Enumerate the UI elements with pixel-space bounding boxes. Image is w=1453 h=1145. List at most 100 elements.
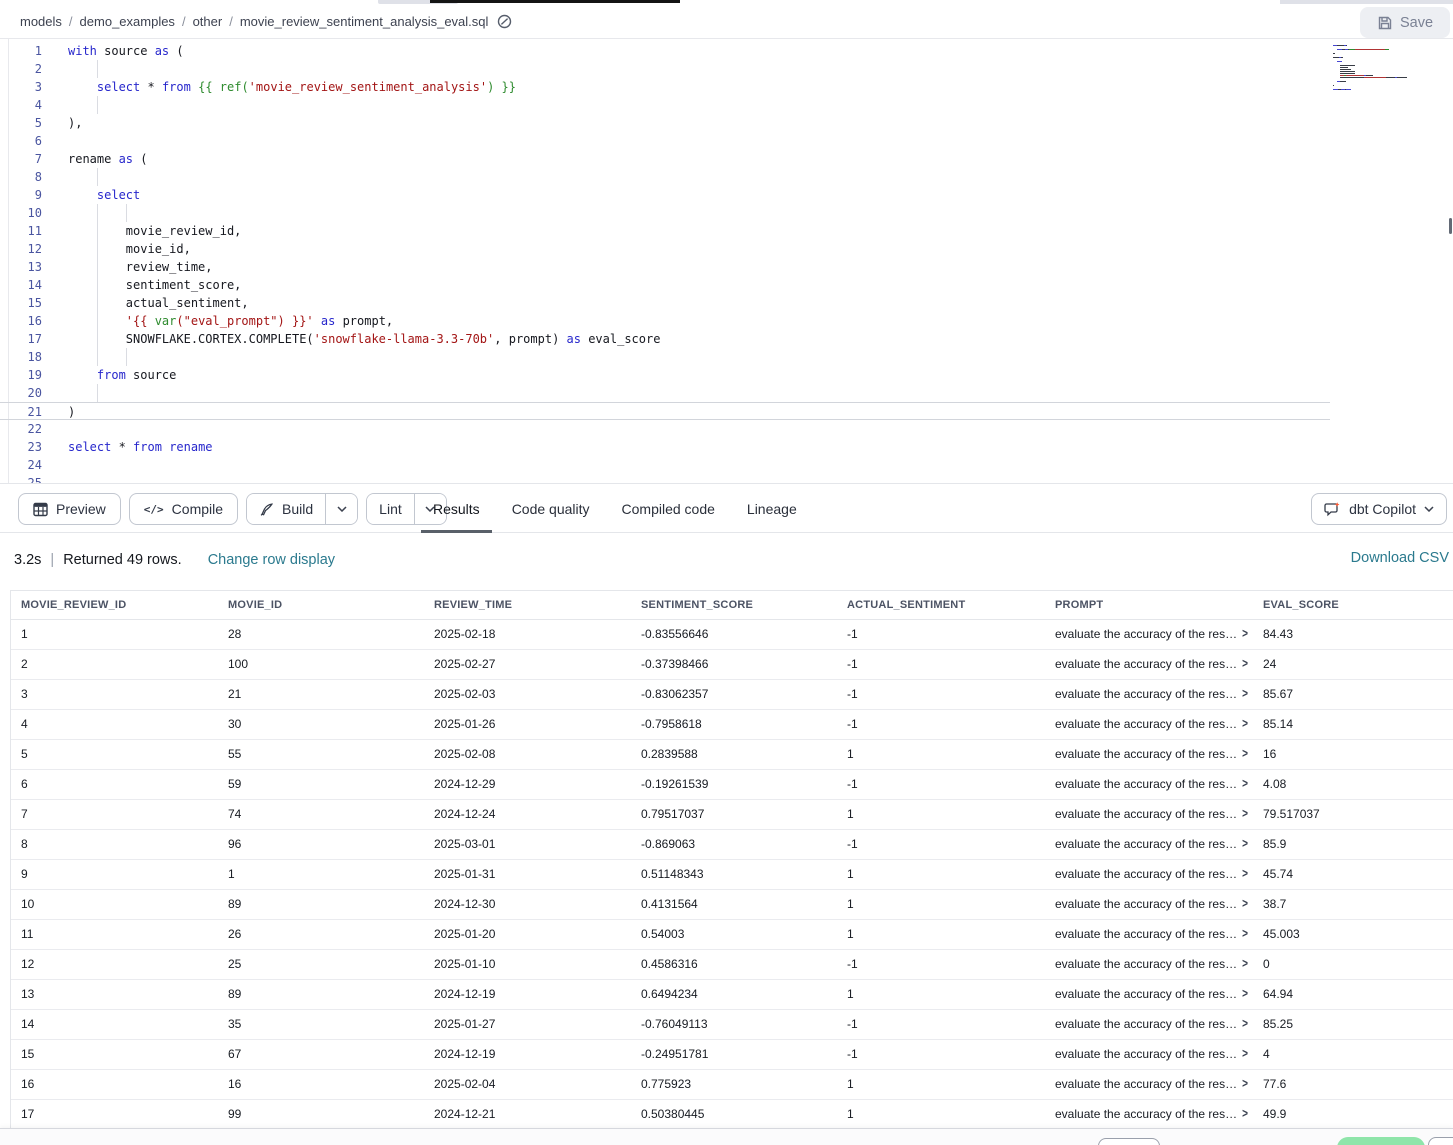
compile-button[interactable]: </> Compile (129, 493, 238, 525)
dbt-copilot-button[interactable]: dbt Copilot (1311, 493, 1447, 525)
line-number[interactable]: 2 (0, 60, 42, 78)
expand-cell-icon[interactable]: > (1242, 657, 1248, 671)
column-header-eval_score[interactable]: EVAL_SCORE (1253, 591, 1453, 619)
expand-cell-icon[interactable]: > (1242, 1047, 1248, 1061)
expand-cell-icon[interactable]: > (1242, 927, 1248, 941)
build-dropdown-chevron[interactable] (325, 494, 357, 524)
line-number[interactable]: 11 (0, 222, 42, 240)
breadcrumb-item[interactable]: other (193, 14, 223, 29)
expand-cell-icon[interactable]: > (1242, 807, 1248, 821)
tab-results[interactable]: Results (421, 484, 492, 533)
change-row-display-link[interactable]: Change row display (208, 552, 335, 568)
bottom-bar-button[interactable] (1428, 1137, 1453, 1145)
line-number[interactable]: 7 (0, 150, 42, 168)
expand-cell-icon[interactable]: > (1242, 837, 1248, 851)
line-number[interactable]: 21 (0, 403, 42, 421)
lint-button[interactable]: Lint (367, 494, 414, 524)
column-header-movie_review_id[interactable]: MOVIE_REVIEW_ID (11, 591, 218, 619)
code-line[interactable]: 2 (0, 60, 1453, 78)
download-csv-link[interactable]: Download CSV (1351, 550, 1449, 566)
sql-code-editor[interactable]: 1with source as (23 select * from {{ ref… (0, 39, 1453, 483)
expand-cell-icon[interactable]: > (1242, 1017, 1248, 1031)
code-minimap[interactable] (1333, 45, 1445, 95)
line-number[interactable]: 22 (0, 420, 42, 438)
expand-cell-icon[interactable]: > (1242, 867, 1248, 881)
copilot-dropdown-chevron[interactable] (1424, 506, 1434, 512)
expand-cell-icon[interactable]: > (1242, 747, 1248, 761)
line-number[interactable]: 18 (0, 348, 42, 366)
expand-cell-icon[interactable]: > (1242, 897, 1248, 911)
line-number[interactable]: 12 (0, 240, 42, 258)
code-line[interactable]: 3 select * from {{ ref('movie_review_sen… (0, 78, 1453, 96)
code-line[interactable]: 10 (0, 204, 1453, 222)
preview-button[interactable]: Preview (18, 493, 121, 525)
code-line[interactable]: 24 (0, 456, 1453, 474)
code-line[interactable]: 16 '{{ var("eval_prompt") }}' as prompt, (0, 312, 1453, 330)
expand-cell-icon[interactable]: > (1242, 687, 1248, 701)
code-lines[interactable]: 1with source as (23 select * from {{ ref… (0, 42, 1453, 483)
code-line[interactable]: 18 (0, 348, 1453, 366)
code-line[interactable]: 17 SNOWFLAKE.CORTEX.COMPLETE('snowflake-… (0, 330, 1453, 348)
code-line[interactable]: 9 select (0, 186, 1453, 204)
code-line[interactable]: 21) (0, 402, 1330, 420)
tab-lineage[interactable]: Lineage (735, 484, 809, 533)
code-line[interactable]: 5), (0, 114, 1453, 132)
build-button[interactable]: Build (247, 494, 325, 524)
code-line[interactable]: 7rename as ( (0, 150, 1453, 168)
code-line[interactable]: 15 actual_sentiment, (0, 294, 1453, 312)
line-number[interactable]: 16 (0, 312, 42, 330)
breadcrumb-item[interactable]: models (20, 14, 62, 29)
breadcrumb-item[interactable]: demo_examples (80, 14, 175, 29)
line-number[interactable]: 20 (0, 384, 42, 402)
line-number[interactable]: 24 (0, 456, 42, 474)
editor-scrollbar[interactable] (1449, 218, 1452, 234)
breadcrumb-item[interactable]: movie_review_sentiment_analysis_eval.sql (240, 14, 489, 29)
bottom-bar-green-button[interactable] (1337, 1137, 1425, 1145)
code-line[interactable]: 11 movie_review_id, (0, 222, 1453, 240)
expand-cell-icon[interactable]: > (1242, 627, 1248, 641)
tab-compiled-code[interactable]: Compiled code (610, 484, 727, 533)
cell-actual_sentiment: -1 (837, 1039, 1045, 1069)
line-number[interactable]: 1 (0, 42, 42, 60)
code-line[interactable]: 6 (0, 132, 1453, 150)
line-number[interactable]: 25 (0, 474, 42, 483)
expand-cell-icon[interactable]: > (1242, 717, 1248, 731)
expand-cell-icon[interactable]: > (1242, 1077, 1248, 1091)
line-number[interactable]: 5 (0, 114, 42, 132)
expand-cell-icon[interactable]: > (1242, 777, 1248, 791)
line-number[interactable]: 4 (0, 96, 42, 114)
code-line[interactable]: 20 (0, 384, 1453, 402)
line-number[interactable]: 10 (0, 204, 42, 222)
bottom-bar-button[interactable] (1098, 1138, 1160, 1145)
line-number[interactable]: 13 (0, 258, 42, 276)
code-line[interactable]: 13 review_time, (0, 258, 1453, 276)
line-number[interactable]: 6 (0, 132, 42, 150)
code-line[interactable]: 19 from source (0, 366, 1453, 384)
line-number[interactable]: 3 (0, 78, 42, 96)
expand-cell-icon[interactable]: > (1242, 957, 1248, 971)
code-line[interactable]: 4 (0, 96, 1453, 114)
expand-cell-icon[interactable]: > (1242, 1107, 1248, 1121)
column-header-prompt[interactable]: PROMPT (1045, 591, 1253, 619)
column-header-actual_sentiment[interactable]: ACTUAL_SENTIMENT (837, 591, 1045, 619)
code-line[interactable]: 12 movie_id, (0, 240, 1453, 258)
column-header-sentiment_score[interactable]: SENTIMENT_SCORE (631, 591, 837, 619)
code-line[interactable]: 25 (0, 474, 1453, 483)
line-number[interactable]: 17 (0, 330, 42, 348)
tab-code-quality[interactable]: Code quality (500, 484, 602, 533)
column-header-movie_id[interactable]: MOVIE_ID (218, 591, 424, 619)
code-line[interactable]: 22 (0, 420, 1453, 438)
code-line[interactable]: 23select * from rename (0, 438, 1453, 456)
line-number[interactable]: 23 (0, 438, 42, 456)
column-header-review_time[interactable]: REVIEW_TIME (424, 591, 631, 619)
line-number[interactable]: 14 (0, 276, 42, 294)
code-line[interactable]: 14 sentiment_score, (0, 276, 1453, 294)
line-number[interactable]: 9 (0, 186, 42, 204)
line-number[interactable]: 15 (0, 294, 42, 312)
code-line[interactable]: 1with source as ( (0, 42, 1453, 60)
save-button[interactable]: Save (1360, 7, 1450, 38)
line-number[interactable]: 19 (0, 366, 42, 384)
line-number[interactable]: 8 (0, 168, 42, 186)
expand-cell-icon[interactable]: > (1242, 987, 1248, 1001)
code-line[interactable]: 8 (0, 168, 1453, 186)
